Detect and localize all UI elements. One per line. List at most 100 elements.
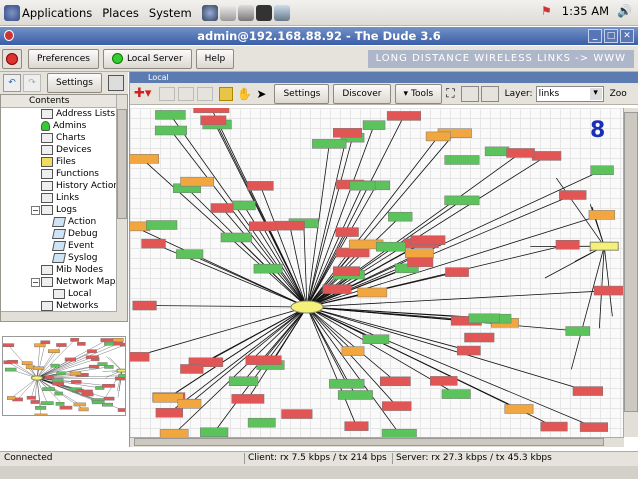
device-node[interactable] bbox=[379, 376, 411, 387]
device-node[interactable] bbox=[3, 343, 15, 347]
device-node[interactable] bbox=[100, 338, 114, 342]
link-line[interactable] bbox=[144, 305, 308, 308]
sidebar-item[interactable]: Local bbox=[1, 288, 127, 300]
sidebar-item[interactable]: Files bbox=[1, 156, 127, 168]
device-node[interactable] bbox=[425, 131, 451, 142]
device-node[interactable] bbox=[85, 355, 99, 360]
add-icon[interactable]: ✚▾ bbox=[134, 86, 151, 101]
lock-icon[interactable] bbox=[219, 86, 234, 101]
device-node[interactable] bbox=[210, 203, 234, 213]
device-node[interactable] bbox=[381, 428, 417, 437]
device-node[interactable] bbox=[281, 409, 313, 419]
device-node[interactable] bbox=[565, 326, 591, 336]
link-line[interactable] bbox=[544, 245, 605, 279]
device-node[interactable] bbox=[51, 378, 64, 383]
sidebar-item[interactable]: Functions bbox=[1, 168, 127, 180]
overview-canvas[interactable] bbox=[3, 337, 126, 416]
device-node[interactable] bbox=[7, 359, 18, 364]
link-line[interactable] bbox=[170, 114, 308, 308]
map-hscroll[interactable] bbox=[130, 437, 624, 447]
device-node[interactable] bbox=[559, 190, 587, 200]
device-node[interactable] bbox=[180, 176, 215, 187]
device-node[interactable] bbox=[81, 389, 93, 394]
device-node[interactable] bbox=[245, 355, 282, 365]
device-node[interactable] bbox=[590, 165, 614, 175]
sidebar-item[interactable]: − Network Maps bbox=[1, 276, 127, 288]
system-menu[interactable]: System bbox=[149, 6, 192, 20]
gnome-foot-icon[interactable] bbox=[4, 4, 20, 21]
device-node[interactable] bbox=[118, 373, 126, 378]
disconnect-icon[interactable] bbox=[2, 48, 22, 69]
device-node[interactable] bbox=[341, 346, 365, 356]
copy-icon[interactable] bbox=[178, 86, 195, 101]
app-menu-icon[interactable] bbox=[4, 30, 14, 41]
device-node[interactable] bbox=[430, 376, 458, 386]
device-node[interactable] bbox=[200, 115, 227, 126]
device-node[interactable] bbox=[249, 221, 276, 231]
device-node[interactable] bbox=[231, 200, 256, 211]
sidebar-item[interactable]: Mib Nodes bbox=[1, 264, 127, 276]
link-line[interactable] bbox=[36, 342, 46, 379]
device-node[interactable] bbox=[177, 399, 202, 409]
device-node[interactable] bbox=[579, 422, 608, 432]
device-node[interactable] bbox=[87, 349, 97, 354]
device-node[interactable] bbox=[40, 401, 54, 405]
tree-hscroll[interactable] bbox=[1, 311, 117, 321]
hand-icon[interactable]: ✋ bbox=[237, 87, 252, 101]
map-vscroll[interactable] bbox=[623, 108, 638, 437]
device-node[interactable] bbox=[441, 389, 471, 399]
device-node[interactable] bbox=[555, 240, 580, 250]
device-node[interactable] bbox=[274, 220, 305, 231]
central-hub-node[interactable] bbox=[30, 375, 44, 381]
map-tab[interactable]: Local bbox=[130, 72, 638, 83]
device-node[interactable] bbox=[159, 429, 189, 437]
device-node[interactable] bbox=[112, 337, 124, 342]
link-line[interactable] bbox=[243, 306, 308, 382]
device-node[interactable] bbox=[56, 371, 66, 376]
device-node[interactable] bbox=[484, 146, 510, 157]
back-icon[interactable]: ↶ bbox=[3, 74, 21, 92]
device-node[interactable] bbox=[506, 148, 535, 158]
preferences-button[interactable]: Preferences bbox=[28, 48, 99, 69]
sidebar-item[interactable]: Devices bbox=[1, 144, 127, 156]
maximize-button[interactable]: □ bbox=[604, 29, 618, 43]
device-node[interactable] bbox=[504, 404, 534, 414]
device-node[interactable] bbox=[69, 371, 82, 376]
collapse-icon[interactable]: − bbox=[31, 277, 40, 287]
map-canvas[interactable]: 8 bbox=[130, 108, 624, 437]
device-node[interactable] bbox=[404, 248, 434, 258]
link-line[interactable] bbox=[170, 130, 308, 308]
device-node[interactable] bbox=[71, 380, 82, 384]
tree-vscroll[interactable] bbox=[116, 95, 127, 321]
device-node[interactable] bbox=[101, 402, 113, 407]
secondary-hub-node[interactable] bbox=[589, 241, 619, 251]
device-node[interactable] bbox=[444, 195, 480, 206]
device-node[interactable] bbox=[572, 386, 604, 396]
sidebar-item[interactable]: History Actions bbox=[1, 180, 127, 192]
device-node[interactable] bbox=[468, 313, 500, 324]
device-node[interactable] bbox=[117, 408, 126, 412]
paste-icon[interactable] bbox=[197, 86, 214, 101]
device-node[interactable] bbox=[200, 427, 229, 437]
volume-icon[interactable]: 🔊 bbox=[617, 4, 632, 18]
device-node[interactable] bbox=[247, 417, 276, 428]
sidebar-item[interactable]: Event bbox=[1, 240, 127, 252]
help-button[interactable]: Help bbox=[195, 48, 235, 69]
collapse-icon[interactable]: − bbox=[31, 205, 40, 215]
device-node[interactable] bbox=[362, 120, 386, 130]
device-node[interactable] bbox=[220, 232, 252, 243]
left-settings-button[interactable]: Settings bbox=[47, 73, 102, 93]
device-node[interactable] bbox=[40, 340, 51, 345]
flag-icon[interactable]: ⚑ bbox=[541, 4, 552, 18]
central-hub-node[interactable] bbox=[290, 300, 324, 314]
device-node[interactable] bbox=[34, 343, 46, 348]
device-node[interactable] bbox=[78, 407, 89, 412]
device-node[interactable] bbox=[335, 227, 359, 237]
network-launcher-icon[interactable] bbox=[273, 4, 290, 21]
device-node[interactable] bbox=[113, 341, 124, 346]
link-line[interactable] bbox=[306, 306, 595, 428]
sidebar-item[interactable]: Links bbox=[1, 192, 127, 204]
device-node[interactable] bbox=[55, 402, 65, 406]
places-menu[interactable]: Places bbox=[102, 6, 139, 20]
discover-button[interactable]: Discover bbox=[333, 83, 391, 104]
